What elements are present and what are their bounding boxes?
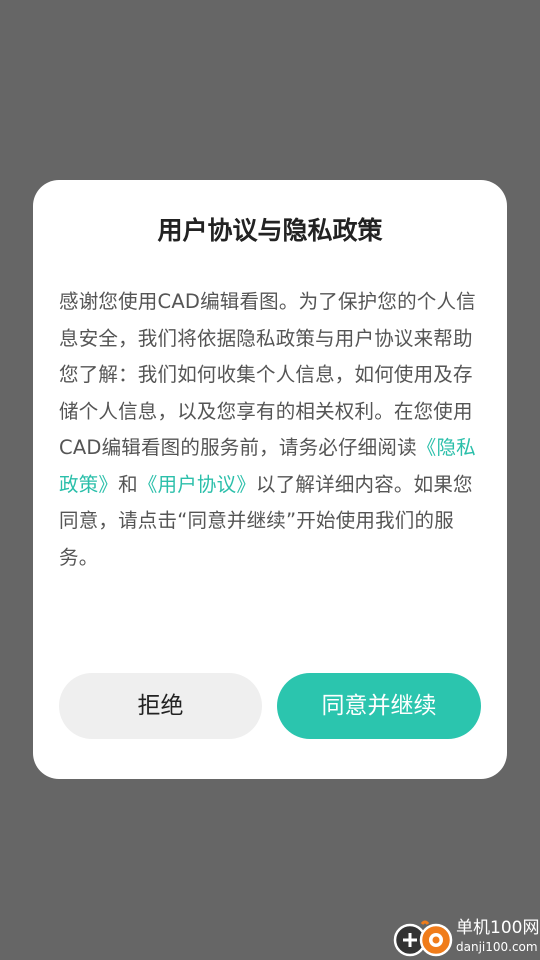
accept-continue-button[interactable]: 同意并继续 <box>277 673 481 739</box>
gamepad-logo-icon <box>393 920 453 957</box>
watermark-site-url: danji100.com <box>456 940 538 954</box>
decline-button[interactable]: 拒绝 <box>59 673 262 739</box>
dialog-title: 用户协议与隐私政策 <box>157 216 383 245</box>
body-intro-text: 感谢您使用CAD编辑看图。为了保护您的个人信息安全，我们将依据隐私政策与用户协议… <box>59 290 476 459</box>
user-agreement-link[interactable]: 《用户协议》 <box>138 473 256 496</box>
watermark-site-name: 单机100网 <box>456 918 540 938</box>
dialog-body: 感谢您使用CAD编辑看图。为了保护您的个人信息安全，我们将依据隐私政策与用户协议… <box>59 284 483 576</box>
privacy-dialog: 用户协议与隐私政策 感谢您使用CAD编辑看图。为了保护您的个人信息安全，我们将依… <box>33 180 507 779</box>
site-watermark: 单机100网 danji100.com <box>392 916 540 960</box>
body-and-text: 和 <box>118 472 138 496</box>
